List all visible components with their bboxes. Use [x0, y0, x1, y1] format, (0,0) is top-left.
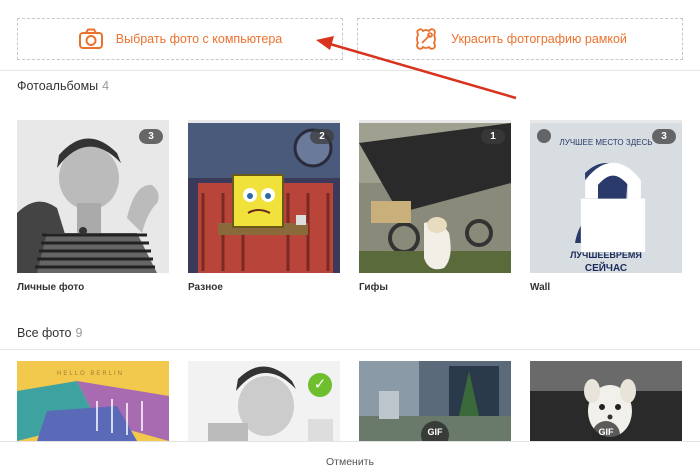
all-photos-title: Все фото [17, 326, 72, 340]
album-card-misc[interactable]: 2 Разное [188, 120, 340, 293]
albums-title: Фотоальбомы [17, 79, 99, 93]
photo-thumbnail-selected[interactable]: ✓ [188, 361, 340, 441]
albums-count: 4 [102, 79, 110, 93]
album-cover: ЛУЧШЕЕ МЕСТО ЗДЕСЬ ЛУЧШЕЕВРЕМЯ СЕЙЧАС 3 [530, 120, 682, 273]
dialog-footer: Отменить [0, 441, 700, 475]
album-name: Разное [188, 282, 223, 293]
album-card-gifs[interactable]: 1 Гифы [359, 120, 511, 293]
album-name: Гифы [359, 282, 388, 293]
camera-icon [78, 28, 103, 49]
gif-badge: GIF [421, 421, 449, 441]
all-photos-section-title: Все фото 9 [17, 326, 82, 340]
albums-grid: 3 Личные фото 2 Разное 1 Гифы ЛУЧШЕЕ МЕС… [17, 120, 682, 293]
album-photo-count-badge: 2 [310, 129, 334, 144]
divider [0, 349, 700, 350]
album-name: Wall [530, 282, 551, 293]
album-photo-count-badge: 3 [139, 129, 163, 144]
album-cover-image [188, 123, 340, 273]
album-cover: 2 [188, 120, 340, 273]
all-photos-grid: HELLO BERLIN ✓ GIF GIF [17, 361, 682, 441]
divider [0, 70, 700, 71]
decorate-with-frame-button[interactable]: Украсить фотографию рамкой [357, 18, 683, 60]
album-cover-image [17, 123, 169, 273]
album-card-personal[interactable]: 3 Личные фото [17, 120, 169, 293]
action-bar: Выбрать фото с компьютера Украсить фотог… [17, 18, 683, 60]
all-photos-count: 9 [75, 326, 83, 340]
photo-picker-dialog: Выбрать фото с компьютера Украсить фотог… [0, 0, 700, 475]
album-card-wall[interactable]: ЛУЧШЕЕ МЕСТО ЗДЕСЬ ЛУЧШЕЕВРЕМЯ СЕЙЧАС 3 … [530, 120, 682, 293]
albums-section-title: Фотоальбомы 4 [17, 79, 109, 93]
album-photo-count-badge: 3 [652, 129, 676, 144]
photo-thumbnail[interactable]: GIF [530, 361, 682, 441]
album-cover: 1 [359, 120, 511, 273]
frame-decor-icon [416, 28, 436, 50]
upload-from-computer-button[interactable]: Выбрать фото с компьютера [17, 18, 343, 60]
album-cover: 3 [17, 120, 169, 273]
frame-button-label: Украсить фотографию рамкой [451, 32, 627, 46]
gif-badge: GIF [592, 421, 620, 441]
album-name: Личные фото [17, 282, 85, 293]
photo-thumbnail[interactable]: HELLO BERLIN [17, 361, 169, 441]
selected-check-icon: ✓ [308, 373, 332, 397]
photo-thumbnail[interactable]: GIF [359, 361, 511, 441]
photo-caption-text: HELLO BERLIN [57, 371, 124, 377]
album-cover-image [359, 123, 511, 273]
upload-button-label: Выбрать фото с компьютера [115, 32, 283, 46]
photo-image: HELLO BERLIN [17, 361, 169, 441]
cancel-button[interactable]: Отменить [326, 456, 374, 468]
album-photo-count-badge: 1 [481, 129, 505, 144]
lock-icon [537, 129, 646, 253]
